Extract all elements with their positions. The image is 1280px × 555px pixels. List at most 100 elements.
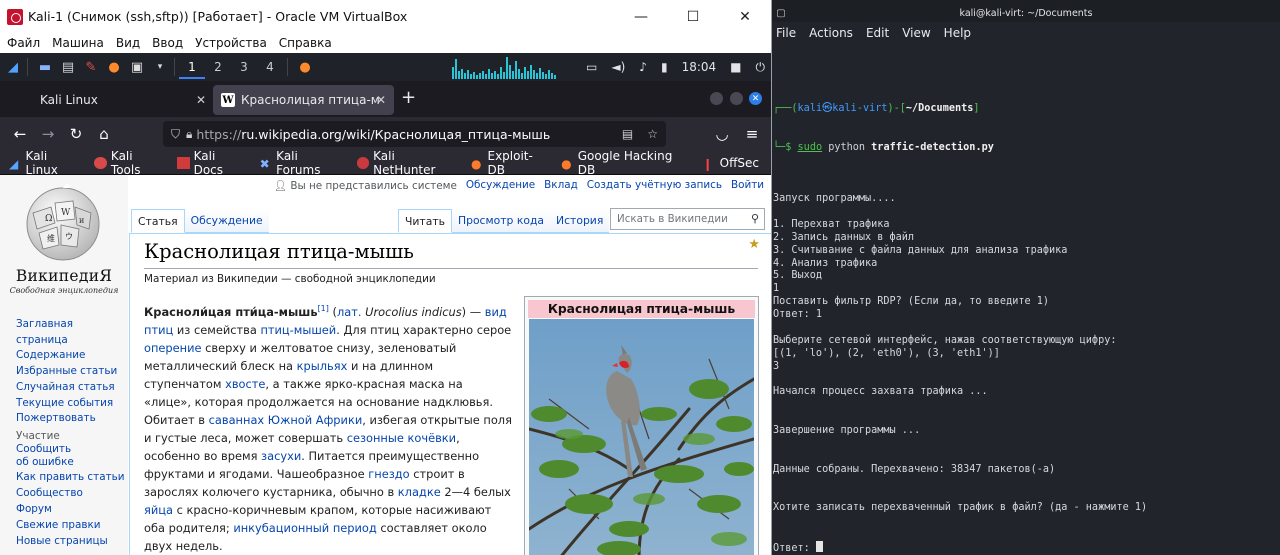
minimize-button[interactable]: — bbox=[615, 0, 667, 33]
kali-menu-icon[interactable]: ◢ bbox=[3, 57, 23, 77]
link-plumage[interactable]: оперение bbox=[144, 341, 202, 355]
link-seasonal-migration[interactable]: сезонные кочёвки bbox=[347, 431, 456, 445]
url-bar[interactable]: ⛉ 🔒︎ https://ru.wikipedia.org/wiki/Красн… bbox=[163, 121, 666, 147]
reload-button[interactable]: ↻ bbox=[62, 125, 90, 143]
link-nest[interactable]: гнездо bbox=[368, 467, 409, 481]
tab-wikipedia[interactable]: W Краснолицая птица-мышь ✕ bbox=[213, 85, 394, 115]
search-icon[interactable]: ⚲ bbox=[751, 212, 759, 225]
volume-icon[interactable]: ◄) bbox=[611, 60, 625, 74]
maximize-button[interactable]: ☐ bbox=[667, 0, 719, 33]
show-desktop-icon[interactable]: ▬ bbox=[35, 57, 55, 77]
link-savannas[interactable]: саваннах Южной Африки bbox=[209, 413, 363, 427]
answer-prompt-line[interactable]: Ответ: bbox=[773, 541, 1280, 554]
bookmark-kali-docs[interactable]: Kali Docs bbox=[177, 149, 247, 177]
terminal-menu-file[interactable]: File bbox=[776, 26, 796, 40]
terminal-window[interactable]: ▢ kali@kali-virt: ~/Documents File Actio… bbox=[772, 0, 1280, 555]
bird-photo[interactable] bbox=[529, 319, 754, 555]
bookmark-kali-tools[interactable]: Kali Tools bbox=[94, 149, 164, 177]
link-eggs[interactable]: яйца bbox=[144, 503, 173, 517]
link-incubation[interactable]: инкубационный период bbox=[233, 521, 376, 535]
battery-icon[interactable]: ▮ bbox=[661, 60, 668, 74]
link-drought[interactable]: засухи bbox=[261, 449, 301, 463]
bookmark-google-hacking-db[interactable]: ● Google Hacking DB bbox=[561, 149, 690, 177]
vbox-menu-machine[interactable]: Машина bbox=[52, 36, 104, 50]
minimize-window-button[interactable] bbox=[710, 92, 723, 105]
sidebar-item-contents[interactable]: Содержание bbox=[16, 348, 128, 364]
terminal-icon[interactable]: ▣ bbox=[127, 57, 147, 77]
vbox-menu-help[interactable]: Справка bbox=[279, 36, 332, 50]
link-latin[interactable]: лат. bbox=[337, 305, 362, 319]
chevron-down-icon[interactable]: ▾ bbox=[150, 57, 170, 77]
bookmark-kali-nethunter[interactable]: Kali NetHunter bbox=[356, 149, 458, 177]
tab-kali-linux[interactable]: Kali Linux ✕ bbox=[26, 85, 214, 115]
terminal-menu-help[interactable]: Help bbox=[944, 26, 971, 40]
notification-bell-icon[interactable]: ♪ bbox=[639, 60, 647, 74]
maximize-window-button[interactable] bbox=[730, 92, 743, 105]
sidebar-item-featured[interactable]: Избранные статьи bbox=[16, 364, 128, 380]
terminal-menu-view[interactable]: View bbox=[902, 26, 930, 40]
lock-icon[interactable]: 🔒︎ bbox=[186, 127, 192, 142]
link-contributions[interactable]: Вклад bbox=[544, 179, 578, 192]
close-tab-icon[interactable]: ✕ bbox=[196, 93, 206, 107]
virtualbox-titlebar[interactable]: Kali-1 (Снимок (ssh,sftp)) [Работает] - … bbox=[0, 0, 771, 33]
firefox-icon[interactable]: ● bbox=[104, 57, 124, 77]
bookmark-kali-linux[interactable]: ◢ Kali Linux bbox=[9, 149, 81, 177]
firefox-window[interactable]: Kali Linux ✕ W Краснолицая птица-мышь ✕ … bbox=[0, 81, 771, 555]
bookmark-star-icon[interactable]: ☆ bbox=[647, 127, 658, 141]
new-tab-button[interactable]: + bbox=[401, 87, 416, 108]
workspace-4[interactable]: 4 bbox=[257, 60, 283, 74]
wikipedia-wordmark[interactable]: ВикипедиЯ bbox=[0, 267, 128, 285]
close-button[interactable]: ✕ bbox=[719, 0, 771, 33]
link-wings[interactable]: крыльях bbox=[297, 359, 348, 373]
featured-star-icon[interactable]: ★ bbox=[748, 237, 760, 252]
forward-button[interactable]: → bbox=[34, 125, 62, 143]
workspace-2[interactable]: 2 bbox=[205, 60, 231, 74]
wikipedia-globe-logo-icon[interactable]: Ω W и 维 ウ bbox=[21, 183, 105, 265]
bookmark-exploit-db[interactable]: ● Exploit-DB bbox=[471, 149, 548, 177]
tab-read[interactable]: Читать bbox=[398, 209, 452, 233]
firefox-window-icon[interactable]: ● bbox=[295, 57, 315, 77]
sidebar-item-how-to-edit[interactable]: Как править статьи bbox=[16, 471, 125, 484]
pocket-icon[interactable]: ◡ bbox=[708, 125, 736, 143]
file-manager-icon[interactable]: ▤ bbox=[58, 57, 78, 77]
footnote-link[interactable]: [1] bbox=[318, 304, 329, 313]
close-tab-icon[interactable]: ✕ bbox=[376, 93, 386, 107]
virtualbox-window[interactable]: Kali-1 (Снимок (ssh,sftp)) [Работает] - … bbox=[0, 0, 772, 555]
lock-icon[interactable]: ■ bbox=[730, 60, 741, 74]
menu-hamburger-icon[interactable]: ≡ bbox=[738, 125, 766, 143]
power-icon[interactable]: ⏻ bbox=[756, 60, 766, 75]
terminal-titlebar[interactable]: ▢ kali@kali-virt: ~/Documents bbox=[772, 0, 1280, 22]
text-editor-icon[interactable]: ✎ bbox=[81, 57, 101, 77]
terminal-output[interactable]: ┌──(kali㉿kali-virt)-[~/Documents] └─$ su… bbox=[773, 74, 1280, 555]
close-window-button[interactable]: ✕ bbox=[749, 92, 762, 105]
home-button[interactable]: ⌂ bbox=[90, 125, 118, 143]
sidebar-item-random[interactable]: Случайная статья bbox=[16, 380, 128, 396]
terminal-menu-edit[interactable]: Edit bbox=[866, 26, 889, 40]
link-login[interactable]: Войти bbox=[731, 179, 764, 192]
back-button[interactable]: ← bbox=[6, 125, 34, 143]
vbox-menu-input[interactable]: Ввод bbox=[152, 36, 183, 50]
bookmark-kali-forums[interactable]: ✖ Kali Forums bbox=[260, 149, 344, 177]
vbox-menu-devices[interactable]: Устройства bbox=[195, 36, 267, 50]
tab-article[interactable]: Статья bbox=[131, 209, 185, 233]
tab-discussion[interactable]: Обсуждение bbox=[184, 209, 269, 233]
wikipedia-page[interactable]: Ω W и 维 ウ ВикипедиЯ Свободная энциклопед… bbox=[0, 175, 771, 555]
screen-icon[interactable]: ▭ bbox=[586, 60, 597, 74]
link-clutch[interactable]: кладке bbox=[398, 485, 441, 499]
vbox-menu-file[interactable]: Файл bbox=[7, 36, 40, 50]
link-family[interactable]: птиц-мышей bbox=[260, 323, 336, 337]
reader-view-icon[interactable]: ▤ bbox=[622, 127, 633, 141]
wiki-search-input[interactable]: Искать в Википедии ⚲ bbox=[610, 208, 765, 230]
workspace-3[interactable]: 3 bbox=[231, 60, 257, 74]
sidebar-item-donate[interactable]: Пожертвовать bbox=[16, 411, 128, 427]
sidebar-item-recent-changes[interactable]: Свежие правки bbox=[16, 519, 125, 532]
link-create-account[interactable]: Создать учётную запись bbox=[587, 179, 722, 192]
sidebar-item-new-pages[interactable]: Новые страницы bbox=[16, 535, 125, 548]
clock[interactable]: 18:04 bbox=[682, 60, 717, 74]
tab-history[interactable]: История bbox=[550, 209, 610, 233]
tab-view-source[interactable]: Просмотр кода bbox=[451, 209, 551, 233]
bookmark-offsec[interactable]: ❙ OffSec bbox=[703, 156, 759, 171]
sidebar-item-community[interactable]: Сообщество bbox=[16, 487, 125, 500]
link-tail[interactable]: хвосте bbox=[225, 377, 265, 391]
vbox-menu-view[interactable]: Вид bbox=[116, 36, 140, 50]
